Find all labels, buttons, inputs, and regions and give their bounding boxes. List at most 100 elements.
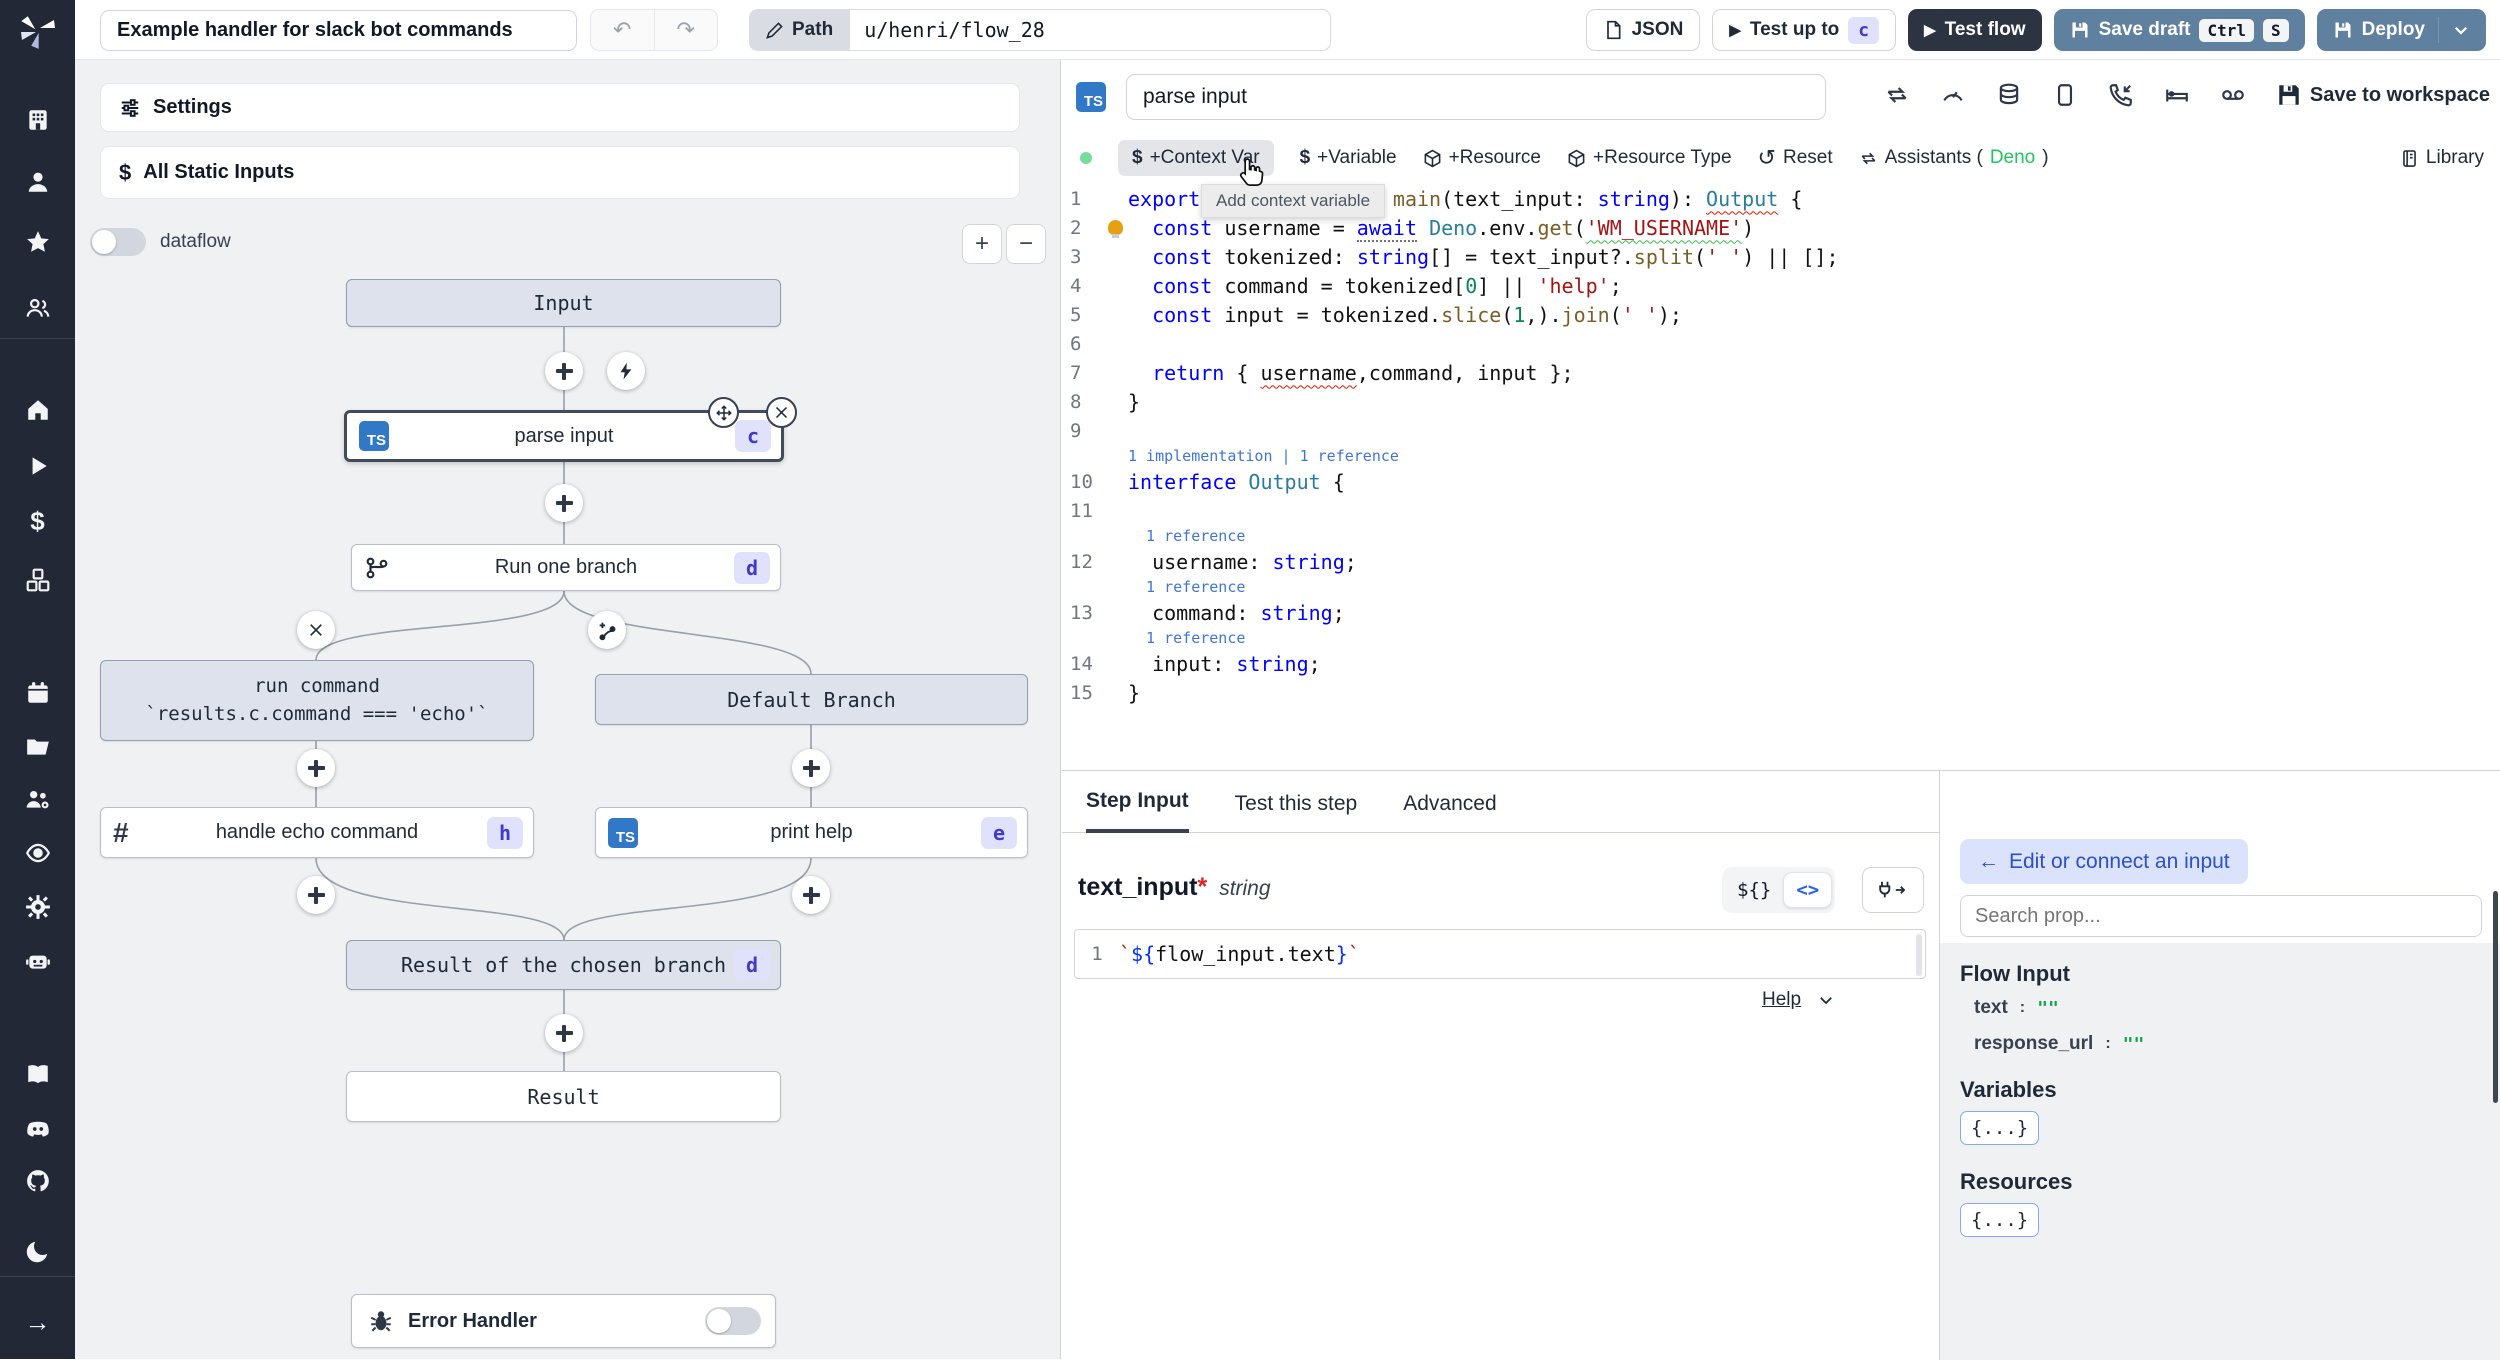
library-button[interactable]: Library [2400,147,2484,169]
codelens[interactable]: 1 reference [1062,627,2500,649]
phone-incoming-icon[interactable] [2108,82,2134,108]
add-variable-button[interactable]: $ +Variable [1300,147,1397,169]
move-step-button[interactable] [708,397,739,428]
tab-test-this-step[interactable]: Test this step [1235,792,1358,832]
step-id-badge: d [733,949,770,981]
delete-step-button[interactable] [766,397,797,428]
top-bar: ↶ ↷ Path u/henri/flow_28 JSON ▶ Test up … [75,0,2500,60]
tab-step-input[interactable]: Step Input [1086,789,1189,833]
save-draft-button[interactable]: Save draft Ctrl S [2053,9,2305,51]
line-number: 4 [1070,274,1082,297]
variables-dollar-icon[interactable]: $ [0,499,75,543]
voicemail-icon[interactable] [2220,82,2246,108]
bed-icon[interactable] [2164,82,2190,108]
workspace-building-icon[interactable] [0,98,75,142]
add-step-button[interactable] [792,749,830,787]
arrow-left-icon: ← [1978,849,1999,873]
connect-input-button[interactable] [1862,867,1924,913]
lightning-icon [620,362,632,380]
prop-row[interactable]: response_url: "" [1974,1033,2500,1055]
audit-eye-icon[interactable] [0,831,75,875]
node-run-command-branch[interactable]: run command `results.c.command === 'echo… [100,660,534,741]
node-handle-echo-command[interactable]: # handle echo command h [100,807,534,858]
test-up-to-button[interactable]: ▶ Test up to c [1712,9,1897,51]
dark-mode-moon-icon[interactable] [0,1229,75,1273]
redo-button[interactable]: ↷ [655,10,718,50]
node-print-help[interactable]: TS print help e [595,807,1028,858]
add-branch-button[interactable] [588,611,626,649]
save-to-workspace-button[interactable]: Save to workspace [2276,82,2490,108]
add-resource-type-button[interactable]: +Resource Type [1567,147,1732,169]
assistants-button[interactable]: Assistants (Deno) [1859,147,2049,169]
node-run-one-branch[interactable]: Run one branch d [351,544,781,591]
repeat-icon[interactable] [1884,82,1910,108]
workers-robot-icon[interactable] [0,939,75,983]
add-step-button[interactable] [297,749,335,787]
user-icon[interactable] [0,160,75,204]
add-step-button[interactable] [297,876,335,914]
gauge-icon[interactable] [1940,82,1966,108]
step-name-input[interactable] [1126,74,1826,120]
trigger-bolt-button[interactable] [607,352,645,390]
groups-settings-icon[interactable] [0,777,75,821]
flow-title-input[interactable] [100,10,577,51]
reset-button[interactable]: ↺ Reset [1758,145,1833,171]
schedules-calendar-icon[interactable] [0,671,75,715]
node-parse-input[interactable]: TS parse input c [344,397,797,462]
error-handler-row[interactable]: Error Handler [351,1294,776,1348]
add-step-button[interactable] [545,1014,583,1052]
windmill-logo[interactable] [0,0,75,60]
code-editor[interactable]: 1export async function main(text_input: … [1062,184,2500,707]
expr-mode-button[interactable]: <> [1783,872,1833,908]
github-icon[interactable] [0,1159,75,1203]
scrollbar[interactable] [2493,891,2498,1103]
codelens[interactable]: 1 reference [1062,576,2500,598]
add-step-button[interactable] [545,484,583,522]
tab-advanced[interactable]: Advanced [1403,792,1496,832]
settings-gear-icon[interactable] [0,885,75,929]
edit-or-connect-button[interactable]: ← Edit or connect an input [1960,839,2248,884]
node-result[interactable]: Result [346,1071,781,1122]
users-group-icon[interactable] [0,286,75,330]
mobile-icon[interactable] [2052,82,2078,108]
chevron-down-icon[interactable] [2452,21,2470,39]
docs-book-icon[interactable] [0,1052,75,1096]
test-flow-button[interactable]: ▶ Test flow [1908,9,2042,51]
left-nav-rail: $ → [0,0,75,1359]
resources-boxes-icon[interactable] [0,558,75,602]
undo-button[interactable]: ↶ [591,10,655,50]
search-prop-input[interactable] [1960,895,2482,937]
scrollbar[interactable] [1916,934,1922,976]
resources-object-chip[interactable]: {...} [1960,1203,2040,1237]
deploy-button[interactable]: Deploy [2316,9,2486,51]
expression-editor[interactable]: 1 `${flow_input.text}` [1074,929,1926,979]
error-handler-toggle[interactable] [705,1307,761,1335]
runs-play-icon[interactable] [0,444,75,488]
prop-row[interactable]: text: "" [1974,997,2500,1019]
step-id-badge: c [734,420,771,452]
node-branch-result[interactable]: Result of the chosen branch d [346,940,781,990]
node-input[interactable]: Input [346,279,781,327]
node-default-branch[interactable]: Default Branch [595,674,1028,725]
add-step-button[interactable] [792,876,830,914]
help-link[interactable]: Help [1762,989,1801,1011]
folders-icon[interactable] [0,724,75,768]
static-mode-button[interactable]: ${} [1725,873,1783,907]
lightbulb-icon[interactable] [1108,220,1123,238]
path-field[interactable]: Path u/henri/flow_28 [749,9,1331,51]
chevron-down-icon[interactable] [1817,991,1835,1009]
codelens[interactable]: 1 reference [1062,525,2500,547]
remove-branch-button[interactable] [297,611,335,649]
codelens[interactable]: 1 implementation | 1 reference [1062,445,2500,467]
json-button[interactable]: JSON [1585,9,1701,51]
status-green-dot [1080,152,1092,164]
database-icon[interactable] [1996,82,2022,108]
home-icon[interactable] [0,388,75,432]
add-resource-button[interactable]: +Resource [1423,147,1541,169]
add-step-button[interactable] [545,352,583,390]
discord-icon[interactable] [0,1107,75,1151]
collapse-arrow-right-icon[interactable]: → [0,1300,75,1344]
star-icon[interactable] [0,220,75,264]
variables-object-chip[interactable]: {...} [1960,1111,2040,1145]
path-value[interactable]: u/henri/flow_28 [849,9,1331,51]
